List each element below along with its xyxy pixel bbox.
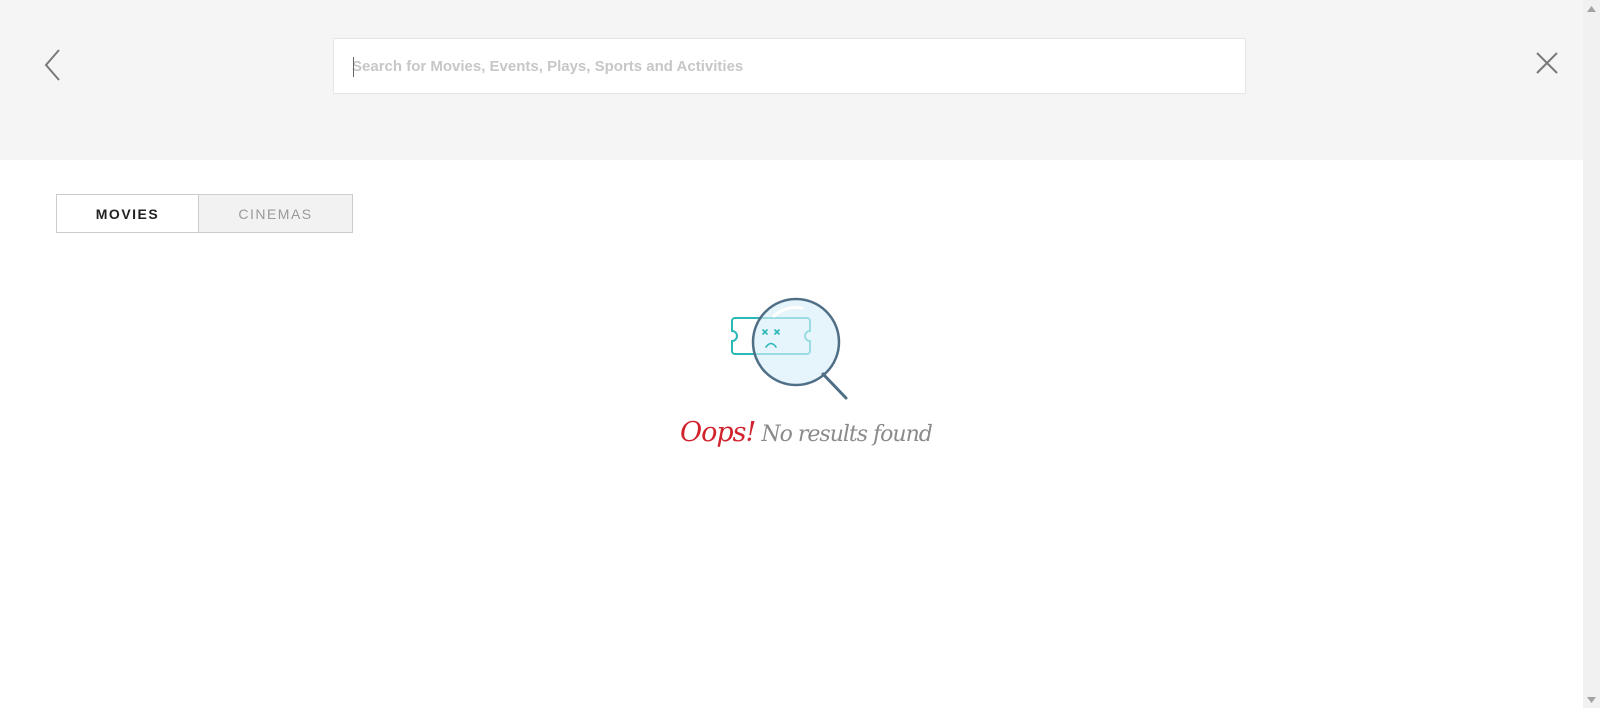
close-icon [1536, 52, 1558, 74]
no-results-message: Oops! No results found [680, 417, 933, 465]
oops-text: Oops! [680, 417, 756, 448]
search-input[interactable] [352, 39, 1222, 93]
caret-down-icon [1587, 696, 1596, 703]
close-button[interactable] [1533, 49, 1561, 77]
chevron-left-icon [44, 49, 60, 81]
scroll-up-button[interactable] [1583, 0, 1600, 17]
search-box[interactable] [333, 38, 1246, 94]
result-type-tabs: MOVIES CINEMAS [56, 194, 353, 233]
no-results-illustration [730, 296, 850, 406]
ticket-magnifier-icon [731, 297, 848, 400]
tab-movies[interactable]: MOVIES [57, 195, 199, 232]
search-header [0, 0, 1583, 160]
back-button[interactable] [38, 46, 68, 84]
no-results-text: No results found [761, 422, 932, 447]
vertical-scrollbar[interactable] [1583, 0, 1600, 708]
text-caret [353, 57, 354, 77]
caret-up-icon [1587, 5, 1596, 12]
search-page: MOVIES CINEMAS Oops!No results found [0, 0, 1600, 708]
scroll-down-button[interactable] [1583, 691, 1600, 708]
tab-cinemas[interactable]: CINEMAS [199, 195, 352, 232]
